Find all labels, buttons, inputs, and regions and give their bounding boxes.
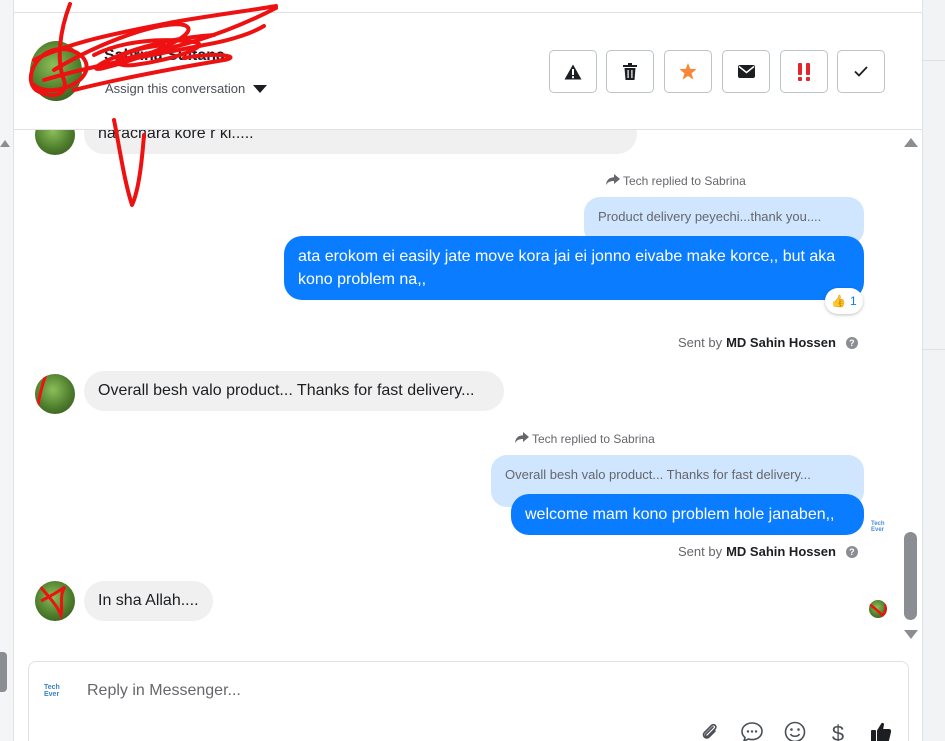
sent-by-prefix: Sent by bbox=[678, 335, 723, 350]
help-icon[interactable]: ? bbox=[845, 545, 858, 558]
brand-text-top: Tech bbox=[44, 684, 60, 691]
scroll-down-arrow[interactable] bbox=[904, 630, 918, 639]
thumbs-up-icon bbox=[870, 721, 892, 741]
incoming-message[interactable]: harachara kore r ki..... bbox=[84, 130, 637, 154]
scroll-thumb[interactable] bbox=[904, 532, 917, 620]
reply-context-text: Tech replied to Sabrina bbox=[532, 432, 655, 446]
sent-by-agent-name: MD Sahin Hossen bbox=[726, 335, 836, 350]
attach-button[interactable] bbox=[698, 722, 722, 741]
mark-important-button[interactable] bbox=[780, 50, 828, 93]
conversation-header: Sabrina Sultana Assign this conversation bbox=[14, 13, 922, 130]
mark-unread-button[interactable] bbox=[722, 50, 770, 93]
reply-arrow-icon bbox=[606, 174, 620, 188]
contact-name[interactable]: Sabrina Sultana bbox=[104, 47, 225, 65]
scroll-up-arrow[interactable] bbox=[904, 138, 918, 147]
emoji-button[interactable] bbox=[783, 721, 807, 741]
assign-conversation-dropdown[interactable]: Assign this conversation bbox=[105, 81, 268, 96]
seen-indicator-logo: Tech Ever bbox=[871, 521, 885, 533]
envelope-icon bbox=[737, 65, 755, 78]
reply-composer: Tech Ever $ bbox=[28, 661, 909, 741]
thumbs-up-reaction-icon: 👍 bbox=[831, 294, 846, 308]
reply-context-label: Tech replied to Sabrina bbox=[606, 174, 746, 188]
right-panel-divider bbox=[923, 349, 945, 350]
left-panel-edge bbox=[0, 0, 14, 741]
customer-avatar[interactable] bbox=[35, 130, 75, 155]
incoming-message[interactable]: Overall besh valo product... Thanks for … bbox=[84, 371, 504, 411]
redaction-scribble bbox=[35, 374, 59, 413]
check-icon bbox=[854, 66, 868, 77]
messenger-inbox-window: Sabrina Sultana Assign this conversation bbox=[0, 0, 945, 741]
star-icon bbox=[679, 63, 697, 80]
send-like-button[interactable] bbox=[869, 722, 893, 741]
redaction-scribble bbox=[869, 602, 887, 618]
chat-bubble-icon bbox=[741, 721, 763, 741]
customer-avatar[interactable] bbox=[35, 581, 75, 621]
brand-text-bottom: Ever bbox=[44, 691, 60, 698]
sent-by-label: Sent by MD Sahin Hossen ? bbox=[678, 335, 858, 350]
outgoing-message[interactable]: welcome mam kono problem hole janaben,, bbox=[511, 494, 864, 535]
page-brand-logo: Tech Ever bbox=[44, 684, 68, 698]
reaction-count: 1 bbox=[849, 294, 857, 308]
saved-replies-button[interactable] bbox=[740, 721, 764, 741]
help-icon[interactable]: ? bbox=[845, 336, 858, 349]
sent-by-agent-name: MD Sahin Hossen bbox=[726, 544, 836, 559]
message-thread[interactable]: harachara kore r ki..... Tech replied to… bbox=[14, 130, 900, 650]
redaction-scribble bbox=[37, 584, 67, 621]
paperclip-icon bbox=[700, 722, 720, 741]
right-panel-divider bbox=[923, 60, 945, 61]
payment-button[interactable]: $ bbox=[826, 721, 850, 741]
mark-spam-button[interactable] bbox=[549, 50, 597, 93]
thread-scrollbar[interactable] bbox=[901, 130, 922, 650]
smiley-icon bbox=[784, 721, 806, 741]
delete-button[interactable] bbox=[606, 50, 654, 93]
message-reaction[interactable]: 👍 1 bbox=[825, 288, 863, 314]
reply-context-label: Tech replied to Sabrina bbox=[515, 432, 655, 446]
customer-avatar[interactable] bbox=[35, 374, 75, 414]
mark-done-button[interactable] bbox=[837, 50, 885, 93]
contact-avatar[interactable] bbox=[30, 41, 82, 101]
seen-by-avatar bbox=[869, 600, 887, 618]
sent-by-label: Sent by MD Sahin Hossen ? bbox=[678, 544, 858, 559]
warning-icon bbox=[564, 64, 582, 80]
star-button[interactable] bbox=[664, 50, 712, 93]
assign-conversation-label: Assign this conversation bbox=[105, 81, 246, 96]
dollar-icon: $ bbox=[831, 721, 845, 741]
exclamation-icon bbox=[796, 62, 812, 81]
reply-input[interactable] bbox=[87, 678, 687, 704]
brand-text-bottom: Ever bbox=[871, 527, 885, 533]
outgoing-message[interactable]: ata erokom ei easily jate move kora jai … bbox=[284, 236, 864, 300]
chevron-down-icon bbox=[253, 84, 268, 93]
reply-arrow-icon bbox=[515, 432, 529, 446]
reply-context-text: Tech replied to Sabrina bbox=[623, 174, 746, 188]
trash-icon bbox=[623, 63, 637, 80]
sent-by-prefix: Sent by bbox=[678, 544, 723, 559]
left-panel-scroll-handle[interactable] bbox=[0, 652, 7, 692]
incoming-message[interactable]: In sha Allah.... bbox=[84, 581, 213, 621]
left-scroll-up-arrow[interactable] bbox=[0, 140, 10, 147]
right-panel-edge bbox=[922, 0, 945, 741]
